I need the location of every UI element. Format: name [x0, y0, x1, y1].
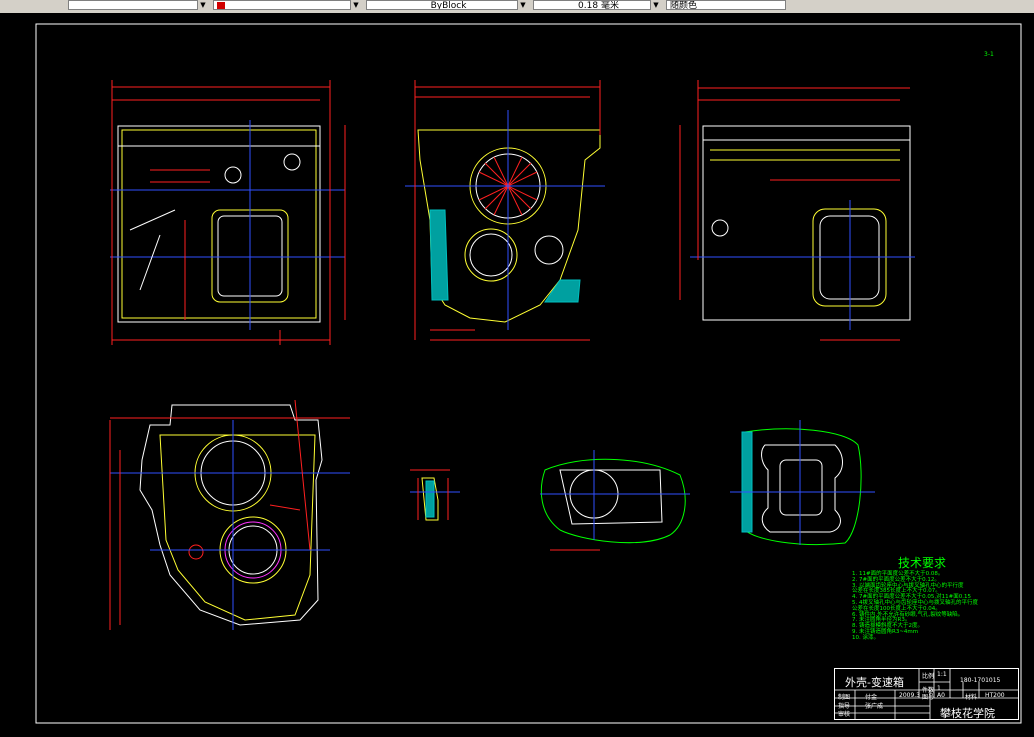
linetype-dropdown[interactable]: ByBlock [366, 0, 528, 10]
detail-view-c [730, 420, 875, 546]
lineweight-dropdown[interactable]: 0.18 毫米 [533, 0, 661, 10]
designer-label: 制图 [838, 694, 851, 701]
scale-value: 1:1 [937, 671, 947, 678]
properties-toolbar: ▼ ▼ ByBlock ▼ 0.18 毫米 ▼ 随颜色 [0, 0, 1034, 14]
date: 2009.3 [899, 692, 920, 699]
drawing-canvas[interactable]: 3-1 技术要求 1. 11#面的平面度公差不大于0.08。 2. 7#面的平面… [0, 13, 1034, 737]
tech-requirements-title: 技术要求 [898, 556, 947, 570]
reviewer-label: 审核 [838, 711, 851, 718]
color-dropdown[interactable] [213, 0, 361, 10]
color-swatch-icon [217, 2, 225, 9]
section-view [109, 399, 350, 630]
sheet-note: 3-1 [984, 51, 994, 58]
drawing-number: 180-1701015 [960, 677, 1001, 684]
designer-name: 付金 [865, 694, 878, 701]
sheet-value: 1 [937, 685, 941, 692]
color-dropdown-arrow-icon[interactable]: ▼ [350, 0, 361, 10]
school-name: 攀枝花学院 [940, 707, 995, 720]
part-name: 外壳-变速箱 [845, 676, 904, 689]
lineweight-dropdown-arrow-icon[interactable]: ▼ [650, 0, 661, 10]
scale-label: 比例 [922, 673, 935, 680]
tech-item: 10. 涂漆。 [852, 634, 879, 641]
material-value: A0 [937, 692, 945, 699]
side-view [405, 80, 605, 341]
class-label: 材料 [965, 694, 978, 701]
material-label: 图号 [922, 694, 935, 701]
title-block: 外壳-变速箱 比例 1:1 件数 1 180-1701015 制图 付金 200… [834, 668, 1019, 720]
linetype-dropdown-arrow-icon[interactable]: ▼ [517, 0, 528, 10]
right-view [679, 80, 915, 341]
class-value: HT200 [985, 692, 1005, 699]
front-view [110, 80, 346, 345]
plotstyle-dropdown[interactable]: 随颜色 [666, 0, 786, 10]
checker-name: 张广成 [865, 703, 884, 710]
tech-requirements-list: 1. 11#面的平面度公差不大于0.08。 2. 7#面的平面度公差不大于0.1… [852, 571, 1032, 642]
layer-dropdown[interactable] [68, 0, 208, 10]
detail-view-b [540, 450, 690, 551]
layer-dropdown-arrow-icon[interactable]: ▼ [197, 0, 208, 10]
detail-view-a [410, 469, 460, 521]
